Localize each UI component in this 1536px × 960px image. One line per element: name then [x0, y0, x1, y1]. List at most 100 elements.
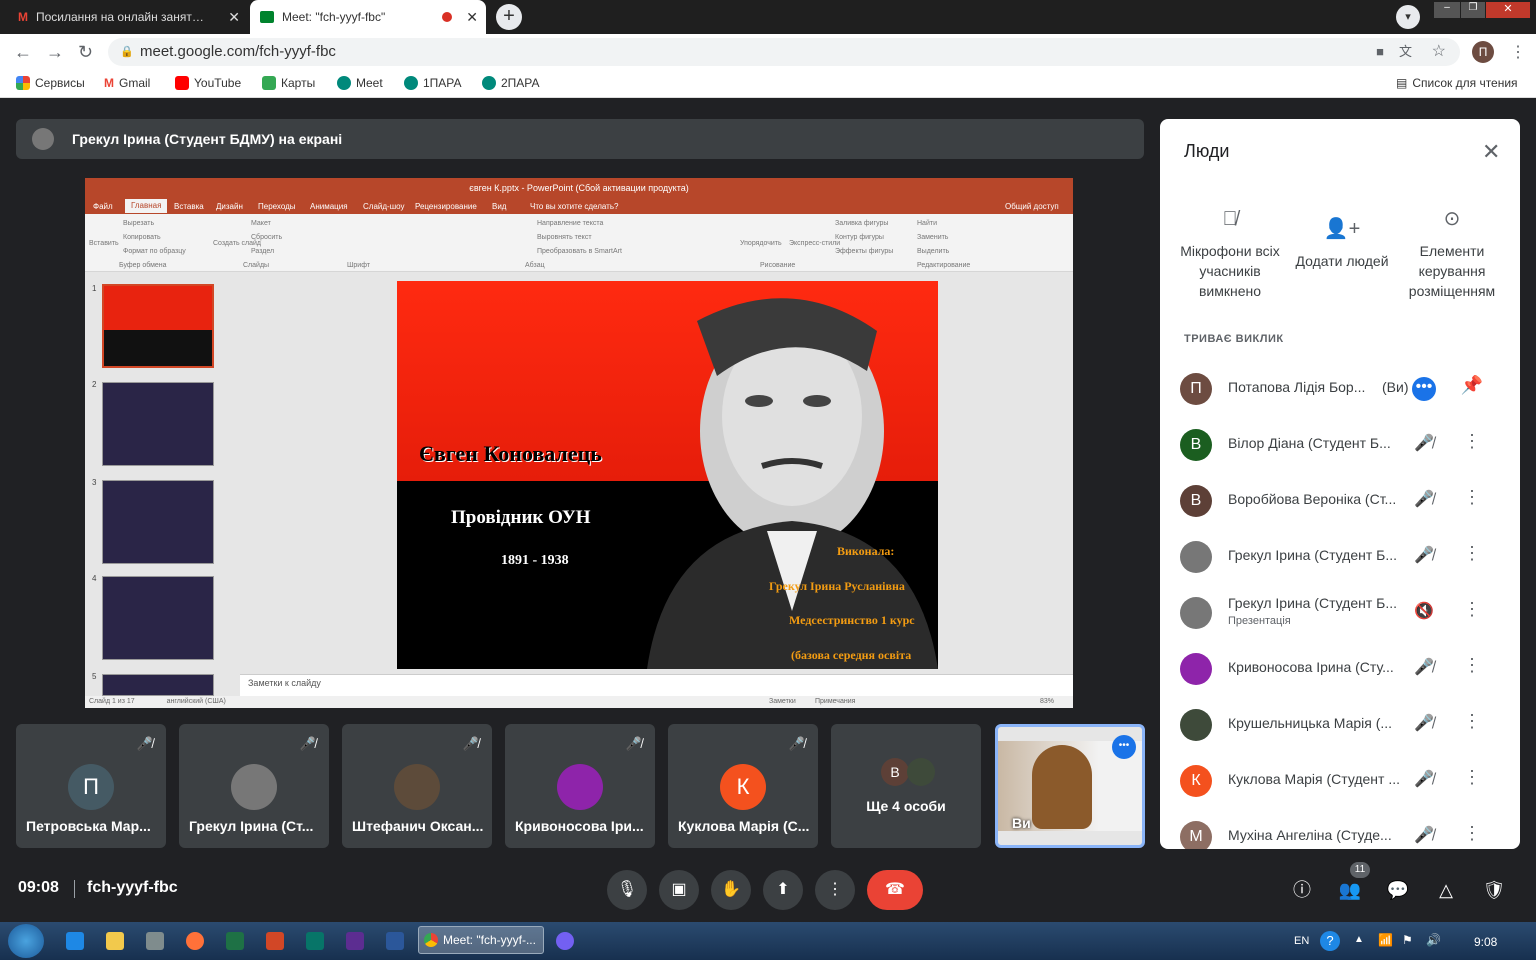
close-window-button[interactable]: ✕	[1486, 2, 1530, 18]
media-player-icon[interactable]	[146, 932, 164, 950]
bookmark-2para[interactable]: 2ПАРА	[482, 76, 540, 90]
bookmark-1para[interactable]: 1ПАРА	[404, 76, 462, 90]
firefox-icon[interactable]	[186, 932, 204, 950]
powerpoint-icon[interactable]	[266, 932, 284, 950]
url-field[interactable]: 🔒 meet.google.com/fch-yyyf-fbc ■ 文 ☆	[108, 38, 1460, 66]
lock-icon: 🔒	[120, 46, 134, 58]
raise-hand-button[interactable]: ✋	[711, 870, 751, 910]
participant-row[interactable]: Кривоносова Ірина (Сту... 🎤̸ ⋮	[1180, 641, 1510, 697]
bookmark-youtube[interactable]: YouTube	[175, 76, 241, 90]
toggle-icon: ⊙	[1443, 208, 1461, 230]
language-indicator[interactable]: EN	[1294, 935, 1309, 947]
bookmark-maps[interactable]: Карты	[262, 76, 315, 90]
thumb-number: 5	[92, 672, 97, 681]
mic-button[interactable]: 🎙	[607, 870, 647, 910]
word-icon[interactable]	[386, 932, 404, 950]
forward-arrow-icon[interactable]: →	[46, 42, 64, 62]
participant-tile[interactable]: 🎤̸ П Петровська Мар...	[16, 724, 166, 848]
tray-expand-icon[interactable]: ▲	[1354, 934, 1364, 945]
menu-dots-icon: ⋮	[827, 881, 843, 898]
close-icon[interactable]: ✕	[228, 9, 240, 25]
camera-button[interactable]: ▣	[659, 870, 699, 910]
participant-row[interactable]: Грекул Ірина (Студент Б... Презентація 🔇…	[1180, 585, 1510, 641]
maps-icon	[262, 76, 276, 90]
ie-icon[interactable]	[66, 932, 84, 950]
star-icon[interactable]: ☆	[1432, 38, 1446, 66]
present-button[interactable]: ⬆	[763, 870, 803, 910]
bookmark-meet[interactable]: Meet	[337, 76, 383, 90]
viber-icon[interactable]	[556, 932, 574, 950]
camera-icon[interactable]: ■	[1376, 38, 1384, 66]
participant-tile[interactable]: 🎤̸ Штефанич Оксан...	[342, 724, 492, 848]
host-controls-button[interactable]: 🛡	[1480, 876, 1508, 904]
flag-icon[interactable]: ⚑	[1402, 933, 1413, 947]
chat-button[interactable]: 💬	[1384, 876, 1412, 904]
close-icon[interactable]: ✕	[1482, 139, 1500, 165]
clock[interactable]: 9:08	[1474, 935, 1497, 949]
add-people-button[interactable]: 👤+ Додати людей	[1286, 219, 1398, 271]
thumb-number: 1	[92, 284, 97, 293]
start-button[interactable]	[8, 924, 44, 958]
participant-row[interactable]: В Вілор Діана (Студент Б... 🎤̸ ⋮	[1180, 417, 1510, 473]
network-icon[interactable]: 📶	[1378, 933, 1393, 947]
more-options-icon[interactable]: ⋮	[1460, 543, 1484, 564]
tab-meet[interactable]: Meet: "fch-yyyf-fbc" ✕	[250, 0, 486, 34]
bookmark-gmail[interactable]: M Gmail	[104, 76, 150, 90]
more-options-icon[interactable]: •••	[1412, 377, 1436, 401]
info-button[interactable]: ⓘ	[1288, 876, 1316, 904]
more-options-icon[interactable]: ⋮	[1460, 655, 1484, 676]
more-options-icon[interactable]: ⋮	[1460, 767, 1484, 788]
visio-icon[interactable]	[346, 932, 364, 950]
volume-icon[interactable]: 🔊	[1426, 933, 1441, 947]
more-options-icon[interactable]: ⋮	[1460, 599, 1484, 620]
host-controls-button[interactable]: ⊙ Елементи керування розміщенням	[1396, 209, 1508, 301]
explorer-icon[interactable]	[106, 932, 124, 950]
close-icon[interactable]: ✕	[466, 9, 478, 25]
avatar	[1180, 653, 1212, 685]
activities-button[interactable]: △	[1432, 876, 1460, 904]
help-icon[interactable]: ?	[1320, 931, 1340, 951]
maximize-button[interactable]: ❐	[1461, 2, 1485, 18]
participant-row[interactable]: Грекул Ірина (Студент Б... 🎤̸ ⋮	[1180, 529, 1510, 585]
menu-dots-icon[interactable]: ⋮	[1510, 42, 1526, 62]
mute-all-button[interactable]: 🎙̸ Мікрофони всіх учасників вимкнено	[1174, 209, 1286, 301]
taskbar-chrome-window[interactable]: Meet: "fch-yyyf-...	[418, 926, 544, 954]
chrome-icon	[424, 933, 438, 947]
pin-icon[interactable]: 📌	[1460, 375, 1484, 396]
translate-icon[interactable]: 文	[1399, 38, 1412, 66]
participant-row[interactable]: Крушельницька Марія (... 🎤̸ ⋮	[1180, 697, 1510, 753]
thumb-number: 2	[92, 380, 97, 389]
participant-tile[interactable]: 🎤̸ К Куклова Марія (С...	[668, 724, 818, 848]
participant-tile[interactable]: 🎤̸ Кривоносова Іри...	[505, 724, 655, 848]
reading-list[interactable]: ▤ Список для чтения	[1396, 76, 1518, 90]
back-arrow-icon[interactable]: ←	[14, 42, 32, 62]
more-options-icon[interactable]: ⋮	[1460, 431, 1484, 452]
bookmark-services[interactable]: Сервисы	[16, 76, 85, 90]
publisher-icon[interactable]	[306, 932, 324, 950]
more-options-icon[interactable]: ⋮	[1460, 823, 1484, 844]
people-button[interactable]: 👥 11	[1336, 862, 1370, 904]
profile-avatar[interactable]: П	[1472, 41, 1494, 63]
mic-off-icon: 🎤̸	[788, 736, 806, 751]
reload-icon[interactable]: ↻	[78, 42, 93, 62]
status-notes: Заметки	[769, 698, 796, 705]
self-video-tile[interactable]: ••• Ви	[995, 724, 1145, 848]
minimize-button[interactable]: –	[1434, 2, 1460, 18]
participant-row[interactable]: К Куклова Марія (Студент ... 🎤̸ ⋮	[1180, 753, 1510, 809]
participant-tile[interactable]: 🎤̸ Грекул Ірина (Ст...	[179, 724, 329, 848]
tab-gmail[interactable]: M Посилання на онлайн заняття 0 ✕	[8, 0, 248, 34]
more-options-icon[interactable]: ⋮	[1460, 487, 1484, 508]
participant-row[interactable]: М Мухіна Ангеліна (Студе... 🎤̸ ⋮	[1180, 809, 1510, 849]
excel-icon[interactable]	[226, 932, 244, 950]
participant-row[interactable]: В Воробйова Вероніка (Ст... 🎤̸ ⋮	[1180, 473, 1510, 529]
ribbon-group: Абзац	[525, 262, 545, 269]
participant-subtitle: Презентація	[1228, 615, 1291, 627]
new-tab-button[interactable]: +	[496, 4, 522, 30]
leave-call-button[interactable]: ☎	[867, 870, 923, 910]
participant-row[interactable]: П Потапова Лідія Бор... (Ви) ••• 📌	[1180, 361, 1510, 417]
more-options-button[interactable]: ⋮	[815, 870, 855, 910]
tab-search-icon[interactable]: ▾	[1396, 5, 1420, 29]
more-options-icon[interactable]: ⋮	[1460, 711, 1484, 732]
more-options-icon[interactable]: •••	[1112, 735, 1136, 759]
more-people-tile[interactable]: В Ще 4 особи	[831, 724, 981, 848]
